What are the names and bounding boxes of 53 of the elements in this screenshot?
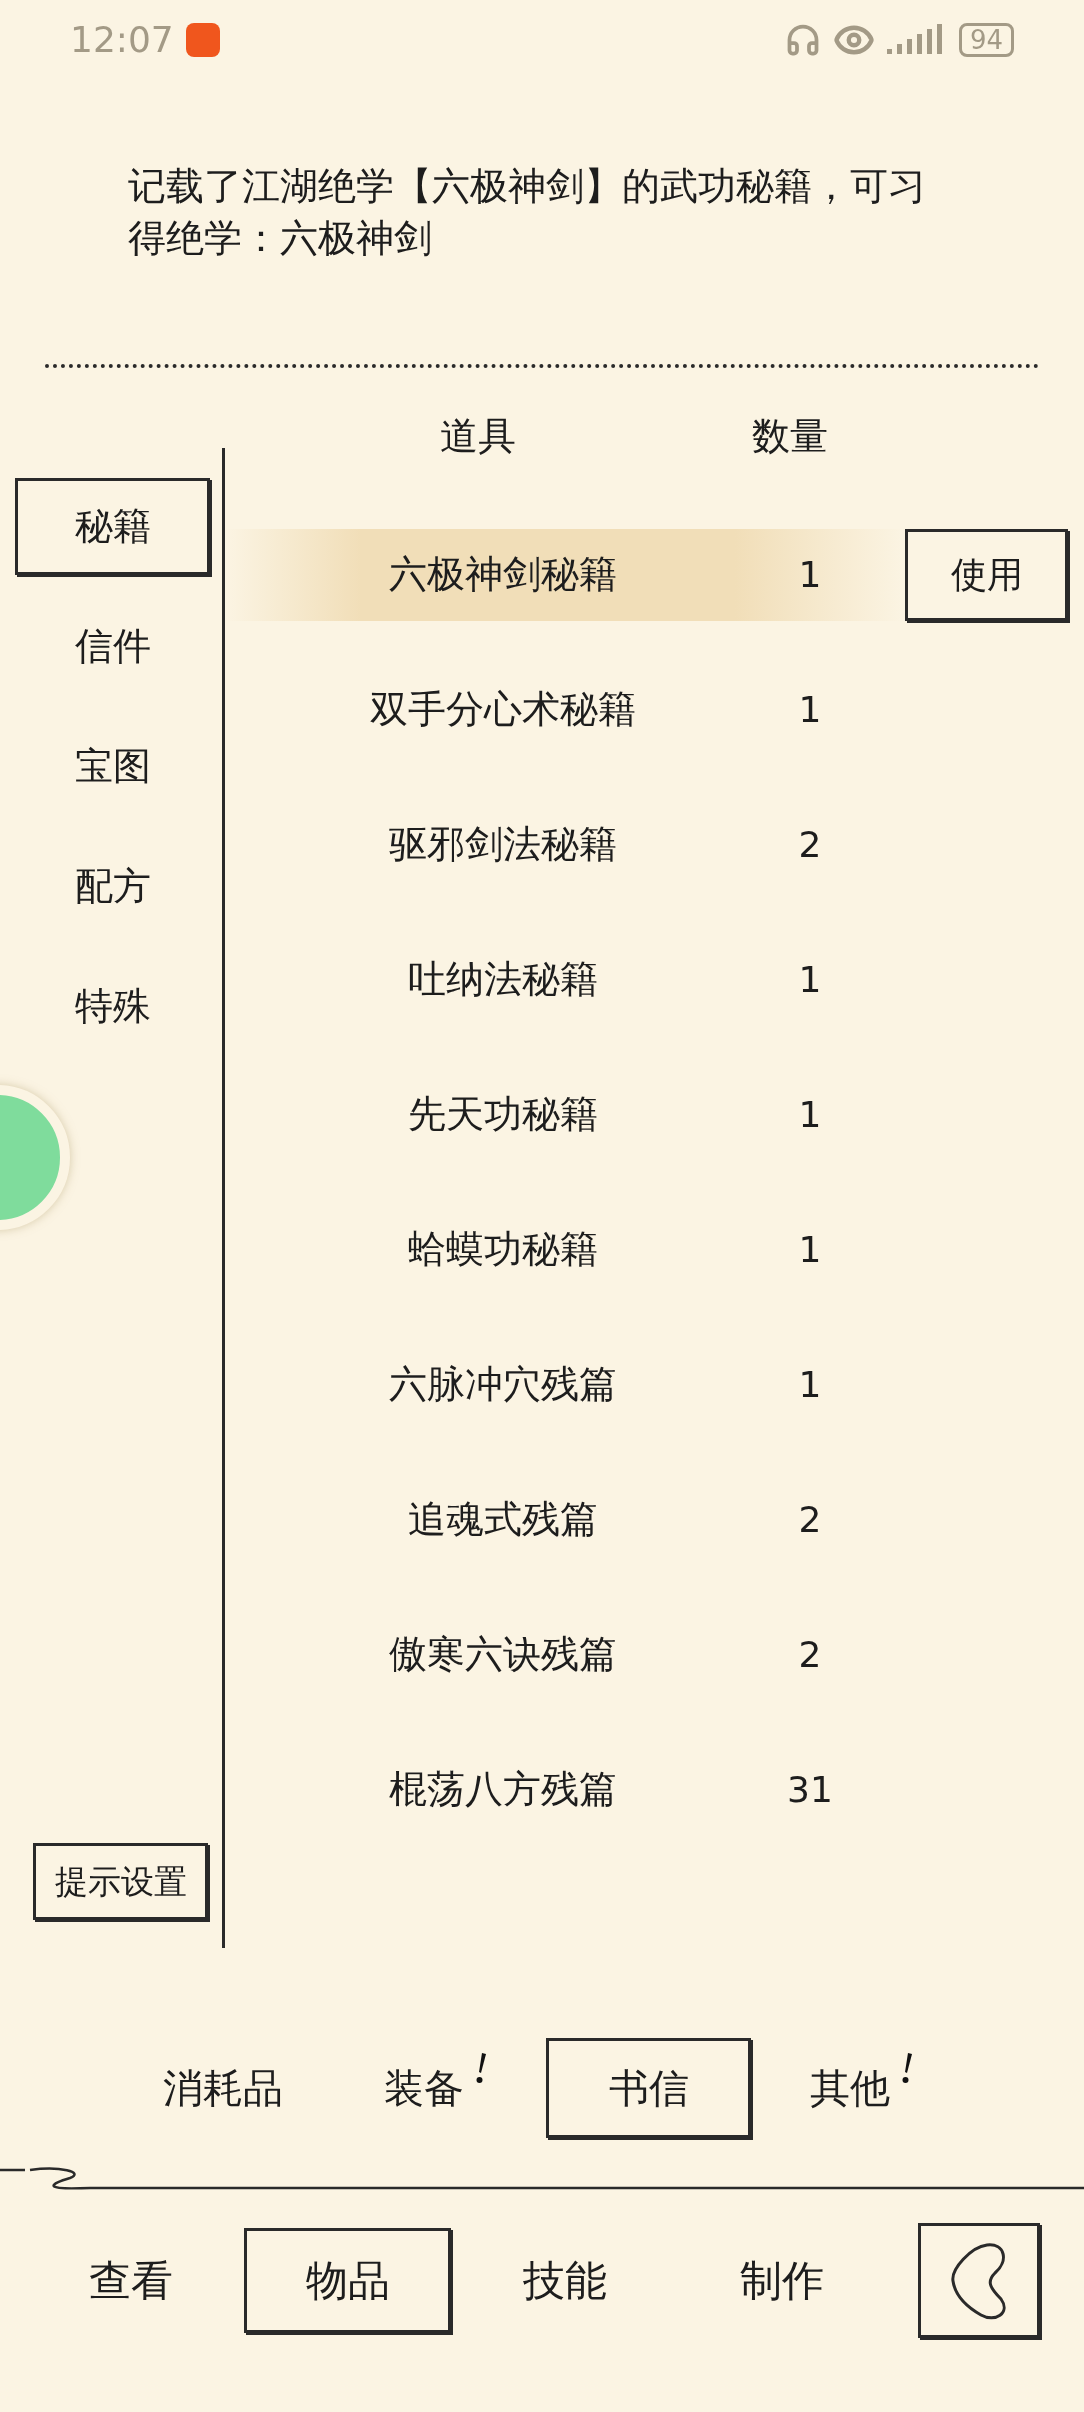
use-button[interactable]: 使用 [905,528,1068,621]
item-quantity: 1 [797,957,823,1002]
item-quantity: 1 [797,1227,823,1272]
item-quantity: 31 [786,1767,834,1812]
item-name: 蛤蟆功秘籍 [406,1226,599,1273]
exclamation-icon [901,2051,914,2085]
battery-indicator: 94 [958,23,1014,57]
item-row[interactable]: 先天功秘籍 1 [225,1068,905,1161]
sub-tab[interactable]: 其他 [759,2038,964,2138]
item-row[interactable]: 吐纳法秘籍 1 [225,933,905,1026]
item-quantity: 2 [797,1497,823,1542]
sub-tab[interactable]: 装备 [333,2038,538,2138]
category-tab[interactable]: 秘籍 [15,478,210,575]
item-description: 记载了江湖绝学【六极神剑】的武功秘籍，可习得绝学：六极神剑 [128,163,927,262]
item-name: 先天功秘籍 [406,1091,599,1138]
item-row[interactable]: 傲寒六诀残篇 2 [225,1608,905,1701]
item-quantity: 1 [797,552,823,597]
column-header: 道具 [438,412,517,460]
item-name: 六极神剑秘籍 [387,551,618,598]
category-tab[interactable]: 配方 [15,838,210,935]
category-tab[interactable]: 特殊 [15,958,210,1055]
item-row[interactable]: 追魂式残篇 2 [225,1473,905,1566]
item-name: 傲寒六诀残篇 [387,1631,618,1678]
back-button[interactable] [918,2223,1040,2338]
column-header: 数量 [751,412,829,460]
nav-tab[interactable]: 查看 [27,2228,234,2333]
sub-tab[interactable]: 书信 [546,2038,751,2138]
category-tab[interactable]: 信件 [15,598,210,695]
sub-tab[interactable]: 消耗品 [120,2038,325,2138]
item-name: 双手分心术秘籍 [368,686,637,733]
status-time: 12:07 [70,18,174,62]
item-name: 吐纳法秘籍 [406,956,599,1003]
item-name: 六脉冲穴残篇 [387,1361,618,1408]
category-tab[interactable]: 宝图 [15,718,210,815]
item-quantity: 2 [797,822,823,867]
item-quantity: 1 [797,687,823,732]
exclamation-icon [475,2051,488,2085]
app-icon [185,23,220,57]
item-quantity: 1 [797,1362,823,1407]
hint-settings-button[interactable]: 提示设置 [33,1843,208,1920]
item-row[interactable]: 棍荡八方残篇 31 [225,1743,905,1836]
nav-tab[interactable]: 物品 [244,2228,451,2333]
item-row[interactable]: 驱邪剑法秘籍 2 [225,798,905,891]
item-quantity: 1 [797,1092,823,1137]
item-name: 棍荡八方残篇 [387,1766,618,1813]
item-row[interactable]: 双手分心术秘籍 1 [225,663,905,756]
item-name: 追魂式残篇 [406,1496,599,1543]
item-name: 驱邪剑法秘籍 [387,821,618,868]
nav-tab[interactable]: 技能 [461,2228,668,2333]
nav-tab[interactable]: 制作 [678,2228,885,2333]
item-quantity: 2 [797,1632,823,1677]
item-row[interactable]: 蛤蟆功秘籍 1 [225,1203,905,1296]
item-row[interactable]: 六脉冲穴残篇 1 [225,1338,905,1431]
